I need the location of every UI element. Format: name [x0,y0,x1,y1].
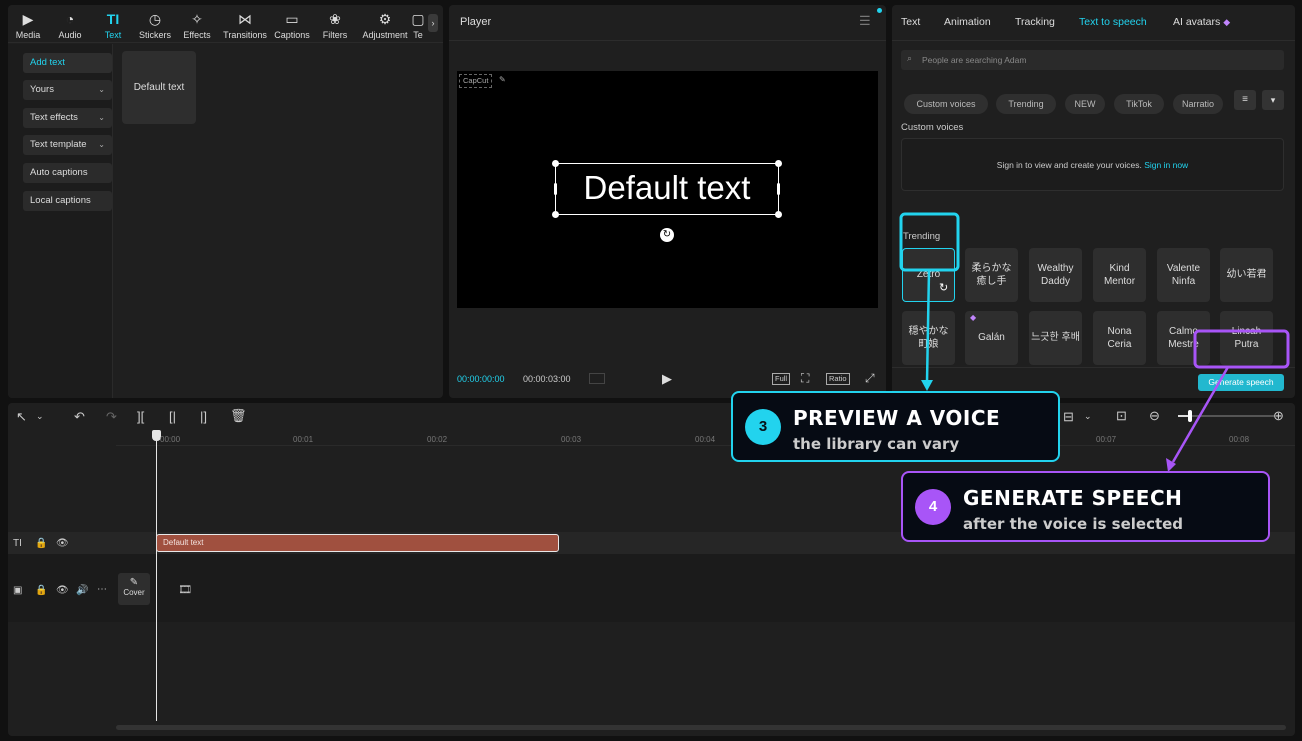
highlight-voice-box [1193,329,1290,369]
callout-3-number: 3 [745,409,781,445]
callout-3-subtitle: the library can vary [793,435,960,453]
callout-4: 4 GENERATE SPEECH after the voice is sel… [901,471,1270,542]
callout-3-title: PREVIEW A VOICE [793,406,1001,430]
callout-3: 3 PREVIEW A VOICE the library can vary [731,391,1060,462]
arrow-3-line [925,269,931,383]
callout-4-subtitle: after the voice is selected [963,515,1184,533]
arrow-4-line [1171,366,1230,463]
callout-4-title: GENERATE SPEECH [963,486,1183,510]
arrow-3-head [921,380,933,391]
callout-4-number: 4 [915,489,951,525]
highlight-trending-box [899,212,960,272]
annotation-overlay [899,212,1290,472]
